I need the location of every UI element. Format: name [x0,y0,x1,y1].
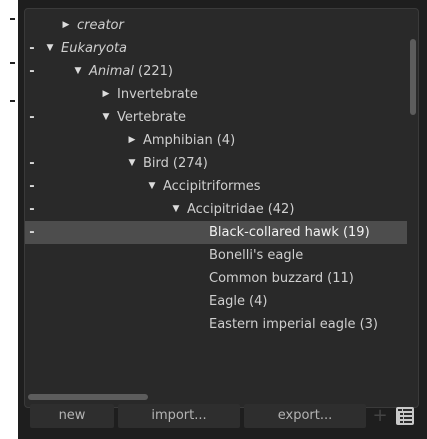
collapse-arrow-icon[interactable]: ▼ [170,198,182,221]
attached-indicator: - [29,64,35,79]
tree-row-amphibian[interactable]: ▶ Amphibian (4) [25,129,407,152]
tree-row-label: Black-collared hawk [209,225,339,240]
attached-indicator: - [29,41,35,56]
tree-row-label: Bonelli's eagle [209,248,304,263]
horizontal-scrollbar[interactable] [28,394,148,400]
tree-view-icon[interactable] [396,407,414,425]
tree-row-accipitriformes[interactable]: - ▼ Accipitriformes [25,175,407,198]
tag-tree[interactable]: ▶ creator - ▼ Eukaryota - ▼ Animal (221) [24,8,419,408]
tree-row-bonellis-eagle[interactable]: Bonelli's eagle [25,244,407,267]
tag-tree-list: ▶ creator - ▼ Eukaryota - ▼ Animal (221) [25,14,407,336]
tree-row-creator[interactable]: ▶ creator [25,14,407,37]
collapse-arrow-icon[interactable]: ▼ [126,152,138,175]
tree-row-label: Eastern imperial eagle [209,317,356,332]
edge-mark [10,62,15,64]
tree-row-count: (4) [249,294,268,309]
tree-row-label: Eukaryota [61,41,128,56]
tagging-panel: ▶ creator - ▼ Eukaryota - ▼ Animal (221) [18,0,427,439]
tree-row-label: Eagle [209,294,246,309]
tree-row-count: (221) [138,64,173,79]
expand-arrow-icon[interactable]: ▶ [126,129,138,152]
export-button[interactable]: export... [244,404,366,428]
expand-arrow-icon[interactable]: ▶ [60,14,72,37]
tree-row-label: Accipitridae [187,202,264,217]
new-button[interactable]: new [30,404,114,428]
tree-row-label: Invertebrate [117,87,198,102]
collapse-arrow-icon[interactable]: ▼ [44,37,56,60]
attached-indicator: - [29,156,35,171]
collapse-arrow-icon[interactable]: ▼ [72,60,84,83]
tree-row-count: (42) [267,202,295,217]
horizontal-scrollbar-track[interactable] [25,392,417,400]
attached-indicator: - [29,179,35,194]
expand-arrow-icon[interactable]: ▶ [100,83,112,106]
attached-indicator: - [29,202,35,217]
collapse-arrow-icon[interactable]: ▼ [146,175,158,198]
tree-row-count: (11) [327,271,354,286]
tree-row-label: Animal [89,64,134,79]
tree-row-eukaryota[interactable]: - ▼ Eukaryota [25,37,407,60]
attached-indicator: - [29,225,35,240]
plus-icon[interactable]: + [372,404,388,428]
tree-row-invertebrate[interactable]: ▶ Invertebrate [25,83,407,106]
tree-row-count: (3) [359,317,378,332]
edge-mark [10,100,15,102]
tree-row-label: Vertebrate [117,110,186,125]
tree-row-label: Bird [143,156,169,171]
tree-row-vertebrate[interactable]: - ▼ Vertebrate [25,106,407,129]
attached-indicator: - [29,110,35,125]
tree-row-count: (4) [216,133,236,148]
tree-row-count: (19) [342,225,370,240]
tree-row-common-buzzard[interactable]: Common buzzard (11) [25,267,407,290]
tree-row-eastern-imperial-eagle[interactable]: Eastern imperial eagle (3) [25,313,407,336]
edge-mark [10,18,15,20]
tree-row-count: (274) [172,156,208,171]
vertical-scrollbar[interactable] [410,39,416,115]
tree-row-animal[interactable]: - ▼ Animal (221) [25,60,407,83]
import-button[interactable]: import... [118,404,240,428]
tree-row-label: Amphibian [143,133,213,148]
tree-row-accipitridae[interactable]: - ▼ Accipitridae (42) [25,198,407,221]
tree-row-label: Accipitriformes [163,179,261,194]
tree-row-label: creator [77,18,124,33]
tree-row-eagle[interactable]: Eagle (4) [25,290,407,313]
tree-row-black-collared-hawk[interactable]: - Black-collared hawk (19) [25,221,407,244]
tree-row-bird[interactable]: - ▼ Bird (274) [25,152,407,175]
tree-row-label: Common buzzard [209,271,324,286]
tag-toolbar: new import... export... + [24,404,420,428]
collapse-arrow-icon[interactable]: ▼ [100,106,112,129]
